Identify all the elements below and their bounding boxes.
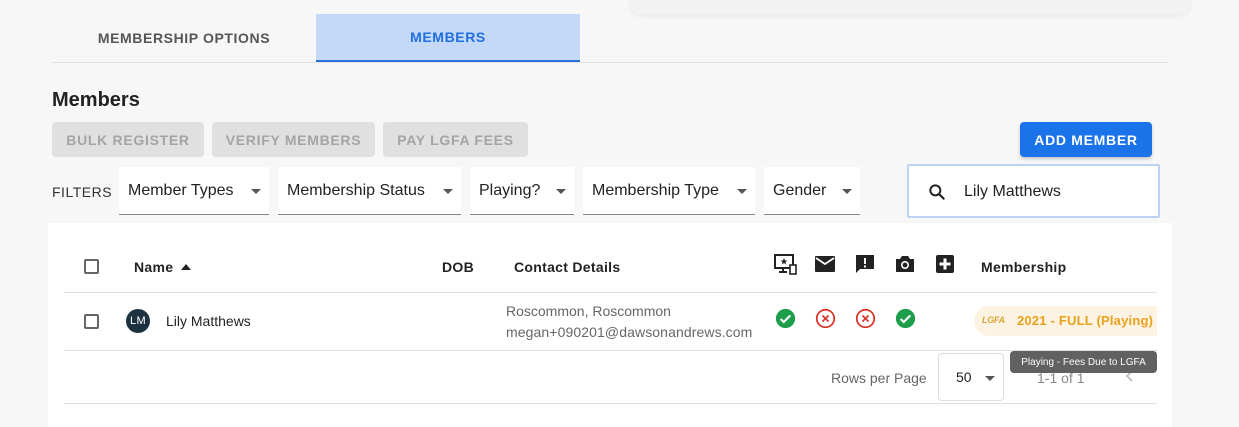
select-all-checkbox[interactable] <box>84 259 99 274</box>
caret-down-icon <box>443 189 453 194</box>
filter-label: Membership Status <box>287 181 425 199</box>
medical-cross-icon <box>936 255 954 273</box>
search-box[interactable] <box>907 164 1160 218</box>
rows-per-page-select[interactable]: 50 <box>938 353 1004 401</box>
verify-members-button[interactable]: VERIFY MEMBERS <box>212 122 375 157</box>
cross-circle-icon <box>815 308 836 329</box>
computer-star-icon <box>774 254 797 275</box>
add-member-button[interactable]: ADD MEMBER <box>1020 122 1152 157</box>
filters-label: FILTERS <box>52 184 113 200</box>
table-row[interactable]: LM Lily Matthews Roscommon, Roscommon me… <box>64 293 1157 351</box>
caret-down-icon <box>737 189 747 194</box>
check-circle-icon <box>775 308 796 329</box>
member-name[interactable]: Lily Matthews <box>166 313 251 329</box>
header-name[interactable]: Name <box>134 242 192 292</box>
members-table-card: Name DOB Contact Details Membership LM L… <box>48 223 1172 427</box>
footer-divider <box>64 403 1157 404</box>
filter-label: Gender <box>773 181 827 199</box>
filter-gender[interactable]: Gender <box>764 167 860 215</box>
feedback-icon <box>856 255 874 273</box>
top-panel-shadow <box>630 0 1190 14</box>
lgfa-logo: LGFA <box>982 315 1005 325</box>
membership-status: 2021 - FULL (Playing) <box>1017 313 1154 328</box>
caret-down-icon <box>251 189 261 194</box>
caret-down-icon <box>842 189 852 194</box>
filter-membership-status[interactable]: Membership Status <box>278 167 461 215</box>
filter-member-types[interactable]: Member Types <box>119 167 269 215</box>
filter-label: Member Types <box>128 181 234 199</box>
page-title: Members <box>52 89 140 111</box>
cross-circle-icon <box>855 308 876 329</box>
header-membership: Membership <box>981 259 1067 275</box>
filter-label: Membership Type <box>592 181 719 199</box>
tab-bar: MEMBERSHIP OPTIONS MEMBERS <box>52 14 1168 63</box>
row-checkbox[interactable] <box>84 314 99 329</box>
filter-playing[interactable]: Playing? <box>470 167 574 215</box>
pay-fees-button[interactable]: PAY LGFA FEES <box>383 122 528 157</box>
mail-icon <box>815 256 835 272</box>
table-header-row: Name DOB Contact Details Membership <box>64 242 1157 293</box>
rows-per-page-label: Rows per Page <box>831 370 927 386</box>
caret-down-icon <box>985 376 995 381</box>
tab-membership-options[interactable]: MEMBERSHIP OPTIONS <box>52 14 316 62</box>
rows-per-page-value: 50 <box>956 369 972 385</box>
header-dob: DOB <box>442 259 475 275</box>
bulk-register-button[interactable]: BULK REGISTER <box>52 122 204 157</box>
contact-location: Roscommon, Roscommon <box>506 303 671 319</box>
membership-badge[interactable]: LGFA 2021 - FULL (Playing) <box>974 306 1157 336</box>
membership-tooltip: Playing - Fees Due to LGFA <box>1010 351 1157 373</box>
sort-ascending-icon <box>181 264 192 270</box>
search-input[interactable] <box>964 180 1149 204</box>
header-contact-details: Contact Details <box>514 259 621 275</box>
tab-members[interactable]: MEMBERS <box>316 14 580 62</box>
filter-membership-type[interactable]: Membership Type <box>583 167 755 215</box>
caret-down-icon <box>556 189 566 194</box>
avatar: LM <box>126 309 150 333</box>
check-circle-icon <box>895 308 916 329</box>
search-icon <box>929 184 945 200</box>
camera-icon <box>896 256 914 272</box>
header-name-label: Name <box>134 259 174 275</box>
contact-email: megan+090201@dawsonandrews.com <box>506 324 753 340</box>
filter-label: Playing? <box>479 181 541 199</box>
